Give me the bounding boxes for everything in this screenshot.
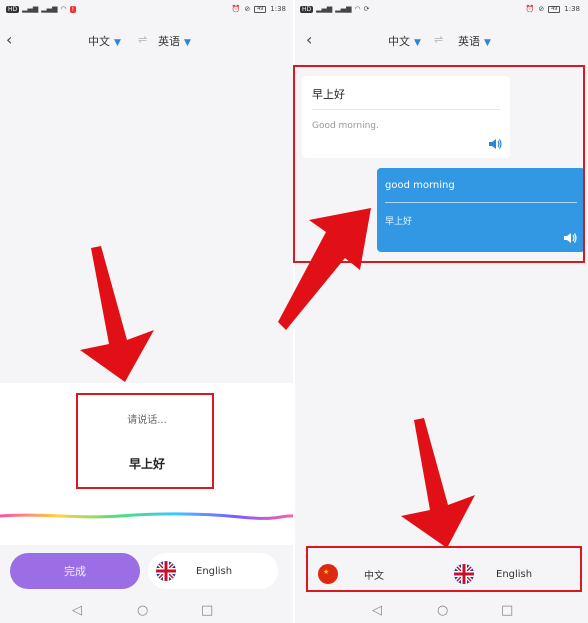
mute-icon: ⊘: [244, 5, 251, 13]
dropdown-icon: ▼: [114, 38, 121, 48]
back-icon[interactable]: ‹: [6, 30, 12, 49]
speak-prompt: 请说话...: [127, 415, 167, 426]
english-voice-button[interactable]: English: [446, 556, 576, 592]
back-icon[interactable]: ‹: [306, 30, 312, 49]
svg-text:★: ★: [323, 568, 329, 576]
clock: 1:38: [564, 5, 580, 13]
recognized-text: 早上好: [128, 457, 165, 471]
signal-icon-2: ▂▄▆: [41, 5, 58, 13]
right-screen: HD ▂▄▆ ▂▄▆ ◠ ⟳ ⏰ ⊘ 49 1:38 ‹ 中文 ▼ ⇌ 英语 ▼ 早…: [294, 0, 588, 623]
nav-recent-icon[interactable]: □: [501, 603, 513, 618]
source-text: good morning: [385, 180, 455, 191]
left-screen: HD ▂▄▆ ▂▄▆ ◠ ! ⏰ ⊘ 49 1:38 ‹ 中文 ▼ ⇌ 英语 ▼ 请…: [0, 0, 294, 623]
system-nav-bar: ◁ ○ □: [294, 597, 588, 623]
translation-text: Good morning.: [312, 121, 379, 131]
battery-icon: 49: [254, 5, 267, 13]
dropdown-icon: ▼: [414, 38, 421, 48]
nav-back-icon[interactable]: ◁: [72, 603, 82, 618]
source-language-label: 中文: [388, 35, 410, 48]
hd-badge: HD: [300, 5, 314, 13]
english-label: English: [496, 568, 533, 580]
speaker-icon[interactable]: [563, 232, 577, 244]
sync-icon: ⟳: [363, 5, 370, 13]
nav-back-icon[interactable]: ◁: [372, 603, 382, 618]
status-bar: HD ▂▄▆ ▂▄▆ ◠ ⟳ ⏰ ⊘ 49 1:38: [294, 0, 588, 20]
translation-text: 早上好: [385, 217, 413, 227]
voice-waveform: [0, 512, 294, 520]
clock: 1:38: [270, 5, 286, 13]
swap-icon[interactable]: ⇌: [434, 33, 443, 46]
header: ‹ 中文 ▼ ⇌ 英语 ▼: [294, 22, 588, 58]
signal-icon: ▂▄▆: [316, 5, 333, 13]
alarm-icon: ⏰: [525, 5, 535, 13]
dropdown-icon: ▼: [484, 38, 491, 48]
source-language-label: 中文: [88, 35, 110, 48]
speaker-icon[interactable]: [488, 138, 502, 150]
english-label: English: [196, 565, 233, 577]
target-language-label: 英语: [458, 35, 480, 48]
target-language-select[interactable]: 英语 ▼: [158, 33, 191, 49]
signal-icon-2: ▂▄▆: [335, 5, 352, 13]
chat-bubble-chinese[interactable]: 早上好 Good morning.: [302, 76, 510, 158]
status-bar: HD ▂▄▆ ▂▄▆ ◠ ! ⏰ ⊘ 49 1:38: [0, 0, 294, 20]
alarm-icon: ⏰: [231, 5, 241, 13]
nav-recent-icon[interactable]: □: [201, 603, 213, 618]
signal-icon: ▂▄▆: [22, 5, 39, 13]
source-language-select[interactable]: 中文 ▼: [88, 33, 121, 49]
listening-sheet: 请说话... 早上好: [0, 383, 294, 545]
target-language-select[interactable]: 英语 ▼: [458, 33, 491, 49]
uk-flag-icon: [454, 564, 474, 584]
china-flag-icon: ★: [318, 564, 338, 584]
bottom-bar: 完成 English: [0, 545, 294, 597]
bottom-bar: ★ 中文 English: [294, 548, 588, 594]
screen-divider: [293, 0, 295, 623]
dropdown-icon: ▼: [184, 38, 191, 48]
source-text: 早上好: [312, 88, 345, 101]
source-language-select[interactable]: 中文 ▼: [388, 33, 421, 49]
uk-flag-icon: [156, 561, 176, 581]
nav-home-icon[interactable]: ○: [437, 603, 448, 618]
nav-home-icon[interactable]: ○: [137, 603, 148, 618]
hd-badge: HD: [6, 5, 20, 13]
wifi-icon: ◠: [354, 5, 361, 13]
header: ‹ 中文 ▼ ⇌ 英语 ▼: [0, 22, 294, 58]
done-button[interactable]: 完成: [10, 553, 140, 589]
bubble-divider: [385, 202, 577, 203]
chinese-voice-button[interactable]: ★ 中文: [308, 556, 436, 592]
mute-icon: ⊘: [538, 5, 545, 13]
swap-icon[interactable]: ⇌: [138, 33, 147, 46]
chat-bubble-english[interactable]: good morning 早上好: [377, 168, 585, 252]
system-nav-bar: ◁ ○ □: [0, 597, 294, 623]
english-voice-button[interactable]: English: [148, 553, 278, 589]
wifi-icon: ◠: [60, 5, 67, 13]
bubble-divider: [312, 109, 500, 110]
target-language-label: 英语: [158, 35, 180, 48]
chinese-label: 中文: [364, 570, 384, 582]
battery-icon: 49: [548, 5, 561, 13]
notification-icon: !: [69, 5, 76, 13]
